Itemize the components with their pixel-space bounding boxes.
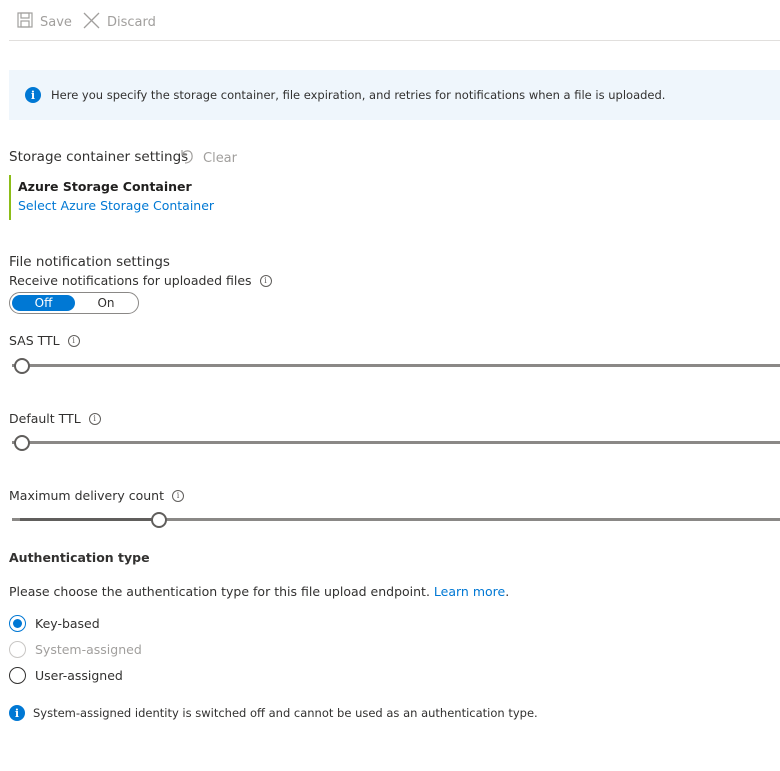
info-icon: i — [9, 705, 25, 721]
radio-system-assigned: System-assigned — [9, 641, 142, 658]
discard-label: Discard — [107, 15, 156, 30]
slider-track[interactable] — [12, 364, 780, 367]
radio-user-assigned[interactable]: User-assigned — [9, 667, 123, 684]
sas-ttl-slider[interactable] — [12, 358, 780, 374]
radio-button — [9, 641, 26, 658]
auth-description: Please choose the authentication type fo… — [9, 584, 509, 599]
info-outline-icon[interactable]: i — [259, 274, 272, 287]
auth-section-title: Authentication type — [9, 550, 150, 565]
auth-note: i System-assigned identity is switched o… — [9, 705, 538, 721]
container-title: Azure Storage Container — [18, 179, 192, 194]
period: . — [505, 584, 510, 599]
clear-label: Clear — [203, 150, 237, 166]
undo-icon — [179, 147, 195, 169]
sas-ttl-label: SAS TTL i — [9, 333, 80, 348]
info-banner: i Here you specify the storage container… — [9, 70, 780, 120]
info-outline-icon[interactable]: i — [172, 489, 184, 502]
slider-thumb[interactable] — [14, 435, 30, 451]
save-button[interactable]: Save — [17, 12, 72, 32]
max-delivery-slider[interactable] — [12, 512, 780, 528]
radio-button[interactable] — [9, 615, 26, 632]
toolbar-divider — [9, 40, 780, 41]
slider-fill — [20, 518, 157, 521]
save-icon — [17, 12, 33, 32]
toggle-off-option[interactable]: Off — [12, 295, 75, 311]
default-ttl-slider[interactable] — [12, 435, 780, 451]
default-ttl-label: Default TTL i — [9, 411, 101, 426]
discard-button[interactable]: Discard — [83, 12, 156, 33]
info-icon: i — [25, 87, 41, 103]
radio-key-based[interactable]: Key-based — [9, 615, 100, 632]
info-outline-icon[interactable]: i — [67, 334, 80, 347]
sas-ttl-text: SAS TTL — [9, 333, 60, 348]
max-delivery-label: Maximum delivery count i — [9, 488, 184, 503]
select-container-link[interactable]: Select Azure Storage Container — [18, 198, 214, 213]
toggle-on-option[interactable]: On — [76, 295, 136, 311]
storage-container-box: Azure Storage Container Select Azure Sto… — [9, 175, 214, 220]
save-label: Save — [40, 14, 72, 30]
notifications-toggle[interactable]: Off On — [9, 292, 139, 314]
notification-section-title: File notification settings — [9, 254, 170, 270]
slider-track[interactable] — [12, 441, 780, 444]
radio-label: System-assigned — [35, 642, 142, 657]
slider-thumb[interactable] — [14, 358, 30, 374]
learn-more-link[interactable]: Learn more — [434, 584, 505, 599]
max-delivery-text: Maximum delivery count — [9, 488, 164, 503]
close-icon — [83, 12, 100, 33]
clear-button[interactable]: Clear — [179, 147, 237, 169]
default-ttl-text: Default TTL — [9, 411, 81, 426]
info-outline-icon[interactable]: i — [88, 412, 101, 425]
radio-label: Key-based — [35, 616, 100, 631]
radio-button[interactable] — [9, 667, 26, 684]
receive-notifications-label: Receive notifications for uploaded files… — [9, 273, 272, 288]
auth-description-text: Please choose the authentication type fo… — [9, 584, 430, 599]
slider-thumb[interactable] — [150, 512, 167, 528]
storage-section-title: Storage container settings — [9, 149, 189, 165]
radio-label: User-assigned — [35, 668, 123, 683]
auth-note-text: System-assigned identity is switched off… — [33, 706, 538, 720]
banner-text: Here you specify the storage container, … — [51, 88, 666, 102]
receive-label-text: Receive notifications for uploaded files — [9, 273, 252, 288]
